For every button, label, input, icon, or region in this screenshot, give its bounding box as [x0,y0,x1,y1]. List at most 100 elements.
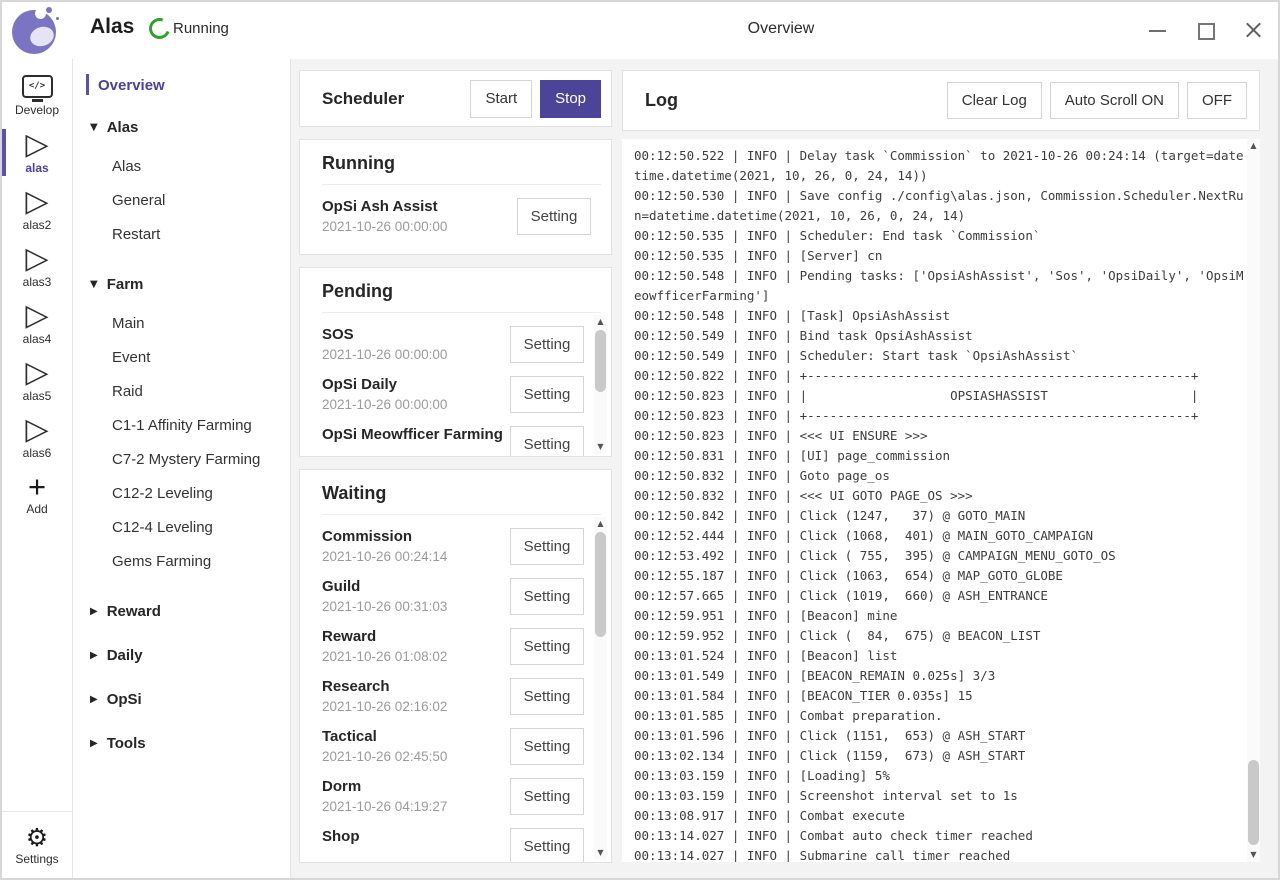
clear-log-button[interactable]: Clear Log [947,82,1042,119]
nav-item-raid[interactable]: Raid [73,374,290,408]
nav-group-label: Alas [107,119,139,136]
scroll-thumb[interactable] [595,330,606,392]
nav-item-opsi[interactable]: ▶OpSi [73,677,290,721]
minimize-icon[interactable] [1149,22,1166,39]
play-icon: ▷ [25,301,48,331]
rail-item-alas2[interactable]: ▷alas2 [2,181,72,238]
scheduler-status: Running [149,18,229,39]
close-icon[interactable] [1245,22,1262,39]
nav-list: Overview▼AlasAlasGeneralRestart▼FarmMain… [73,65,290,765]
pending-scrollbar[interactable]: ▲ ▼ [594,315,607,454]
chevron-right-icon: ▶ [90,738,98,749]
rail-item-alas[interactable]: ▷alas [2,124,72,181]
instance-rail-list: </>Develop▷alas▷alas2▷alas3▷alas4▷alas5▷… [2,59,72,523]
scroll-thumb[interactable] [595,532,606,637]
scroll-down-icon[interactable]: ▼ [1247,849,1260,861]
titlebar: Alas Running Overview [2,2,1278,60]
scroll-up-icon[interactable]: ▲ [1247,140,1260,152]
nav-item-c1-1-affinity-farming[interactable]: C1-1 Affinity Farming [73,408,290,442]
nav-group-label: Daily [107,647,143,664]
task-info: Tactical2021-10-26 02:45:50 [322,727,510,765]
auto-scroll-off-button[interactable]: OFF [1187,82,1247,119]
task-name: Shop [322,827,504,846]
task-setting-button[interactable]: Setting [510,376,584,413]
rail-item-develop[interactable]: </>Develop [2,67,72,124]
nav-item-alas[interactable]: ▼Alas [73,105,290,149]
nav-item-daily[interactable]: ▶Daily [73,633,290,677]
start-button[interactable]: Start [470,80,532,118]
play-icon: ▷ [25,244,48,274]
running-card: Running OpSi Ash Assist2021-10-26 00:00:… [299,139,612,255]
task-info: Dorm2021-10-26 04:19:27 [322,777,510,815]
stop-button[interactable]: Stop [540,80,601,118]
task-setting-button[interactable]: Setting [510,528,584,565]
scroll-thumb[interactable] [1248,760,1259,845]
scroll-down-icon[interactable]: ▼ [594,847,607,859]
nav-item-farm[interactable]: ▼Farm [73,262,290,306]
rail-item-label: alas3 [23,275,52,289]
play-icon: ▷ [25,415,48,445]
rail-item-add[interactable]: +Add [2,466,72,523]
maximize-icon[interactable] [1197,22,1214,39]
scroll-up-icon[interactable]: ▲ [594,518,607,530]
task-info: Reward2021-10-26 01:08:02 [322,627,510,665]
task-row: Dorm2021-10-26 04:19:27Setting [322,771,594,821]
play-icon: ▷ [25,187,48,217]
task-setting-button[interactable]: Setting [510,728,584,765]
rail-item-alas4[interactable]: ▷alas4 [2,295,72,352]
task-name: Commission [322,527,504,546]
task-time: 2021-10-26 00:31:03 [322,599,504,615]
task-setting-button[interactable]: Setting [510,326,584,363]
auto-scroll-on-button[interactable]: Auto Scroll ON [1050,82,1179,119]
nav-item-overview[interactable]: Overview [73,65,290,105]
nav-item-general[interactable]: General [73,183,290,217]
log-scrollbar[interactable]: ▲ ▼ [1247,139,1260,862]
task-name: OpSi Daily [322,375,504,394]
task-setting-button[interactable]: Setting [510,628,584,665]
task-info: Guild 2021-10-26 00:31:03 [322,577,510,615]
task-name: OpSi Meowfficer Farming [322,425,504,444]
nav-item-restart[interactable]: Restart [73,217,290,251]
scheduler-column: Scheduler Start Stop Running OpSi Ash As… [299,70,612,875]
nav-item-tools[interactable]: ▶Tools [73,721,290,765]
nav-panel: Overview▼AlasAlasGeneralRestart▼FarmMain… [73,59,291,878]
chevron-right-icon: ▶ [90,694,98,705]
task-time: 2021-10-26 00:00:00 [322,219,511,235]
task-setting-button[interactable]: Setting [510,828,584,863]
nav-item-event[interactable]: Event [73,340,290,374]
task-setting-button[interactable]: Setting [510,578,584,615]
rail-item-alas5[interactable]: ▷alas5 [2,352,72,409]
nav-item-gems-farming[interactable]: Gems Farming [73,544,290,578]
task-setting-button[interactable]: Setting [517,198,591,235]
task-setting-button[interactable]: Setting [510,426,584,457]
task-setting-button[interactable]: Setting [510,678,584,715]
task-row: Tactical2021-10-26 02:45:50Setting [322,721,594,771]
task-name: Tactical [322,727,504,746]
scroll-up-icon[interactable]: ▲ [594,316,607,328]
app-logo-icon [11,6,59,54]
page-title: Overview [748,20,815,38]
task-name: Reward [322,627,504,646]
task-setting-button[interactable]: Setting [510,778,584,815]
play-icon: ▷ [25,358,48,388]
nav-item-main[interactable]: Main [73,306,290,340]
task-info: OpSi Ash Assist2021-10-26 00:00:00 [322,197,517,235]
nav-item-c12-4-leveling[interactable]: C12-4 Leveling [73,510,290,544]
nav-item-alas[interactable]: Alas [73,149,290,183]
nav-group-label: Farm [107,276,144,293]
nav-item-reward[interactable]: ▶Reward [73,589,290,633]
rail-item-settings[interactable]: ⚙ Settings [2,811,72,878]
running-list: OpSi Ash Assist2021-10-26 00:00:00Settin… [322,185,611,254]
alas-window: Alas Running Overview </>Develop▷alas▷al… [0,0,1280,880]
nav-item-c7-2-mystery-farming[interactable]: C7-2 Mystery Farming [73,442,290,476]
scroll-down-icon[interactable]: ▼ [594,441,607,453]
pending-list: SOS2021-10-26 00:00:00SettingOpSi Daily2… [322,313,594,456]
plus-icon: + [28,473,46,501]
task-time: 2021-10-26 00:00:00 [322,347,504,363]
nav-item-c12-2-leveling[interactable]: C12-2 Leveling [73,476,290,510]
rail-item-alas3[interactable]: ▷alas3 [2,238,72,295]
task-name: Guild [322,577,504,596]
waiting-scrollbar[interactable]: ▲ ▼ [594,517,607,860]
rail-item-alas6[interactable]: ▷alas6 [2,409,72,466]
task-info: Commission2021-10-26 00:24:14 [322,527,510,565]
